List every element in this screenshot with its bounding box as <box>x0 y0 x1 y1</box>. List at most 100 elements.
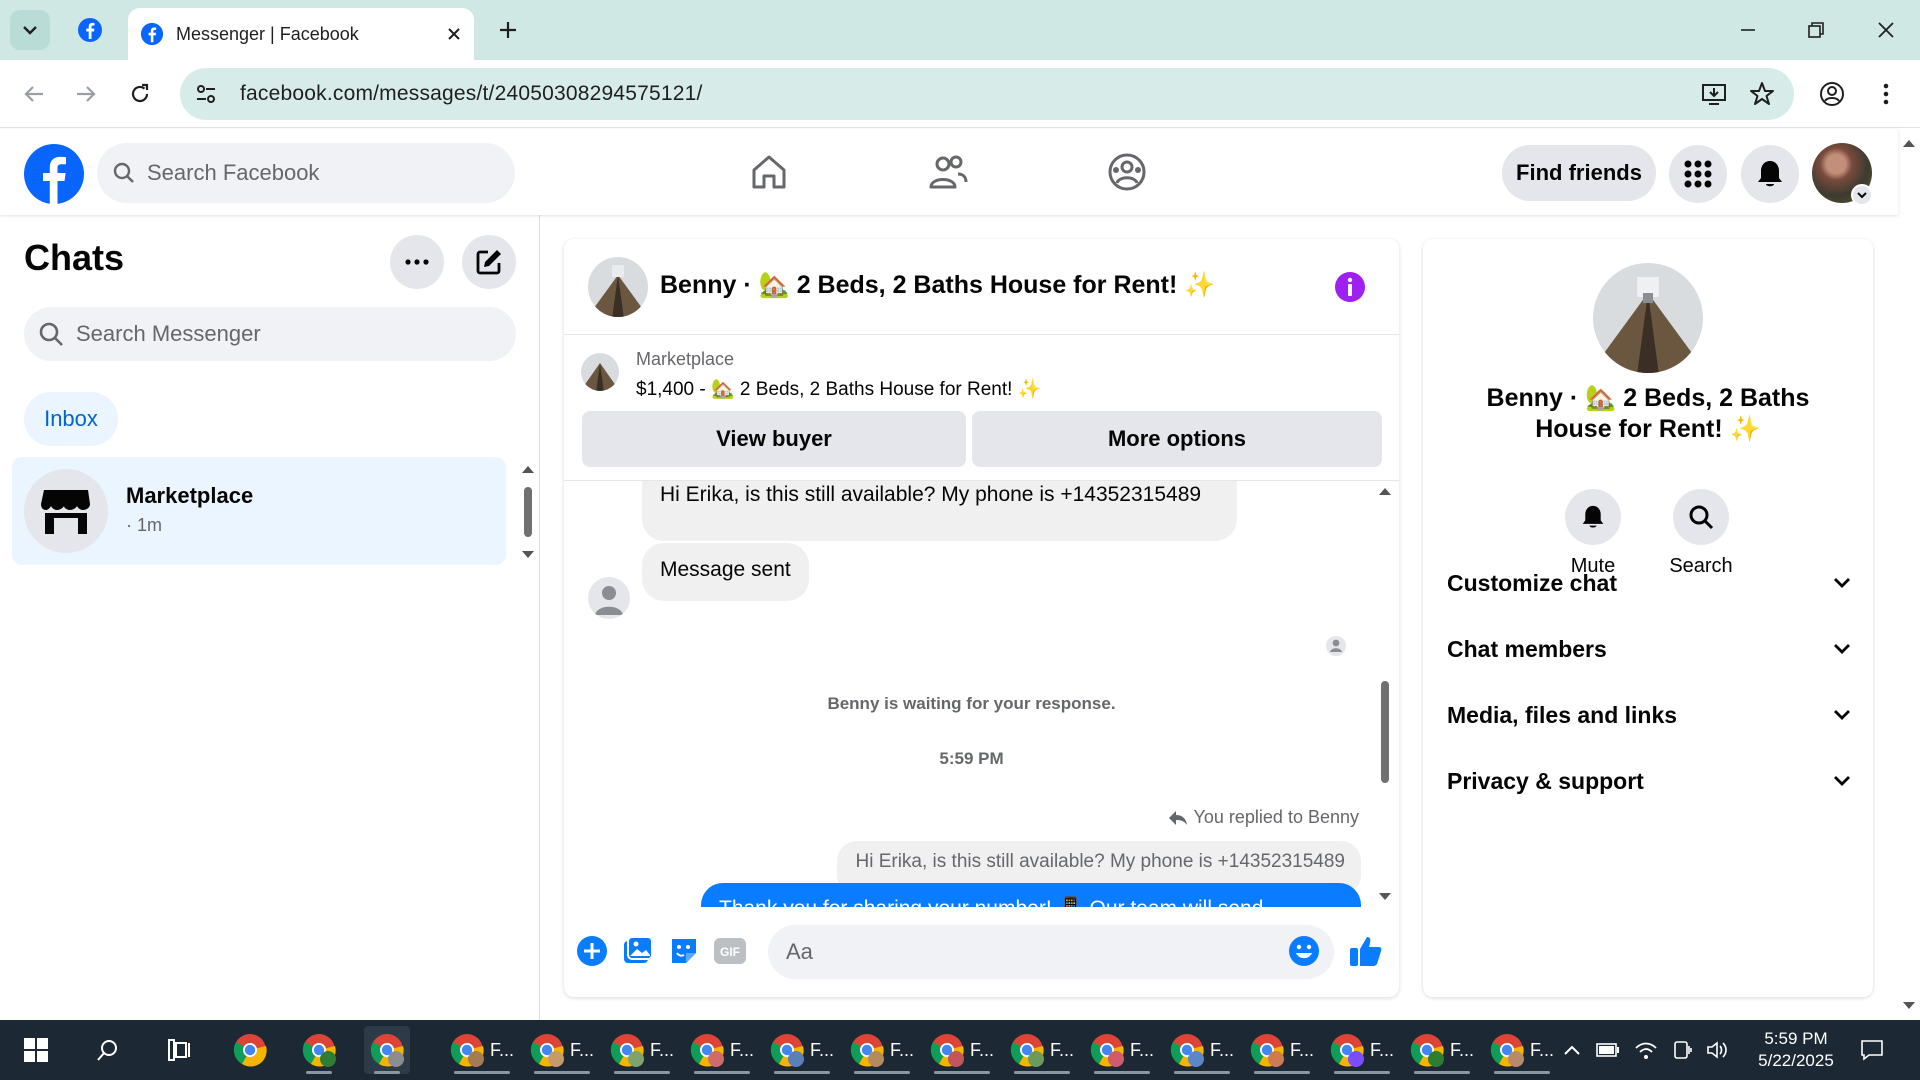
conversation-panel: Benny · 🏡 2 Beds, 2 Baths House for Rent… <box>564 239 1399 997</box>
chevron-down-icon <box>1857 192 1867 199</box>
messenger-search-input[interactable]: Search Messenger <box>24 307 516 361</box>
info-icon[interactable] <box>1334 271 1366 303</box>
site-settings-icon[interactable] <box>194 82 218 106</box>
contact-avatar[interactable] <box>588 257 648 317</box>
view-buyer-button[interactable]: View buyer <box>582 411 966 467</box>
address-bar[interactable]: facebook.com/messages/t/2405030829457512… <box>180 68 1794 120</box>
taskbar-app[interactable]: F... <box>1484 1026 1560 1074</box>
restore-button[interactable] <box>1792 10 1840 50</box>
message-scrollbar[interactable] <box>1376 481 1394 907</box>
close-window-button[interactable] <box>1862 10 1910 50</box>
chrome-taskbar-icon[interactable] <box>228 1030 272 1070</box>
reload-button[interactable] <box>120 74 160 114</box>
outgoing-message[interactable]: Thank you for sharing your number! 📱 Our… <box>701 883 1361 907</box>
taskbar-app-label: F... <box>970 1039 995 1060</box>
install-app-icon[interactable] <box>1698 78 1730 110</box>
facebook-logo-icon <box>24 144 84 204</box>
friends-icon <box>929 155 968 189</box>
new-message-button[interactable] <box>462 235 516 289</box>
nav-friends[interactable] <box>920 147 976 197</box>
url-text: facebook.com/messages/t/2405030829457512… <box>240 82 703 105</box>
contact-avatar-large[interactable] <box>1593 263 1703 373</box>
chat-members-section[interactable]: Chat members <box>1447 621 1851 677</box>
plus-icon <box>500 22 516 38</box>
conversation-title[interactable]: Benny · 🏡 2 Beds, 2 Baths House for Rent… <box>660 271 1215 300</box>
network-indicator[interactable] <box>1626 1030 1666 1070</box>
incoming-message[interactable]: Hi Erika, is this still available? My ph… <box>642 481 1237 541</box>
chevron-down-icon <box>23 26 37 35</box>
battery-indicator[interactable] <box>1588 1030 1628 1070</box>
browser-menu-button[interactable] <box>1866 74 1906 114</box>
listing-summary[interactable]: $1,400 - 🏡 2 Beds, 2 Baths House for Ren… <box>636 377 1041 401</box>
taskbar-search-button[interactable] <box>86 1030 130 1070</box>
system-clock[interactable]: 5:59 PM 5/22/2025 <box>1736 1028 1856 1072</box>
taskbar-app[interactable]: F... <box>1404 1026 1480 1074</box>
chevron-down-icon <box>1834 776 1850 786</box>
taskbar-app[interactable]: F... <box>444 1026 520 1074</box>
nav-home[interactable] <box>741 147 797 197</box>
chats-heading: Chats <box>24 237 125 278</box>
account-menu-button[interactable] <box>1851 184 1873 206</box>
forward-button[interactable] <box>66 74 106 114</box>
find-friends-button[interactable]: Find friends <box>1502 145 1656 201</box>
like-button[interactable] <box>1348 933 1384 969</box>
incoming-message[interactable]: Message sent <box>642 543 809 601</box>
page-scrollbar[interactable] <box>1898 129 1920 1020</box>
image-icon <box>624 936 653 963</box>
section-label: Privacy & support <box>1447 767 1644 794</box>
sticker-button[interactable] <box>666 933 702 969</box>
more-options-button[interactable]: More options <box>972 411 1382 467</box>
taskbar-app-active[interactable] <box>364 1026 410 1074</box>
back-button[interactable] <box>14 74 54 114</box>
taskbar-app[interactable]: F... <box>1244 1026 1320 1074</box>
taskbar-app[interactable]: F... <box>684 1026 760 1074</box>
attach-photo-button[interactable] <box>620 933 656 969</box>
taskbar-app[interactable]: F... <box>764 1026 840 1074</box>
sender-avatar[interactable] <box>588 577 630 619</box>
tab-search-button[interactable] <box>10 10 50 50</box>
pinned-facebook-tab[interactable] <box>70 12 110 48</box>
notifications-button[interactable] <box>1741 145 1799 203</box>
chat-options-button[interactable] <box>390 235 444 289</box>
nav-groups[interactable] <box>1099 147 1155 197</box>
search-icon <box>39 322 63 346</box>
start-button[interactable] <box>14 1030 58 1070</box>
close-icon[interactable] <box>446 26 462 42</box>
inbox-filter-tab[interactable]: Inbox <box>24 392 118 446</box>
taskbar-app[interactable]: F... <box>1164 1026 1240 1074</box>
media-files-section[interactable]: Media, files and links <box>1447 687 1851 743</box>
facebook-search-input[interactable]: Search Facebook <box>97 143 515 203</box>
taskbar-app[interactable]: F... <box>1084 1026 1160 1074</box>
gif-button[interactable]: GIF <box>712 933 748 969</box>
notification-center-button[interactable] <box>1850 1030 1894 1070</box>
taskbar-app[interactable]: F... <box>844 1026 920 1074</box>
minimize-icon <box>1741 29 1755 31</box>
profile-button[interactable] <box>1812 74 1852 114</box>
taskbar-app[interactable]: F... <box>924 1026 1000 1074</box>
privacy-support-section[interactable]: Privacy & support <box>1447 753 1851 809</box>
new-tab-button[interactable] <box>490 12 526 48</box>
seen-avatar-icon <box>1326 636 1346 656</box>
taskbar-app[interactable] <box>296 1026 342 1074</box>
task-view-button[interactable] <box>158 1030 202 1070</box>
more-actions-button[interactable] <box>574 933 610 969</box>
thumbs-up-icon <box>1350 937 1382 966</box>
volume-indicator[interactable] <box>1698 1030 1738 1070</box>
show-hidden-icons[interactable] <box>1552 1030 1592 1070</box>
customize-chat-section[interactable]: Customize chat <box>1447 555 1851 611</box>
emoji-button[interactable] <box>1286 933 1322 969</box>
taskbar-app[interactable]: F... <box>1324 1026 1400 1074</box>
taskbar-app[interactable]: F... <box>604 1026 680 1074</box>
store-icon <box>24 469 108 553</box>
tab-messenger[interactable]: Messenger | Facebook <box>128 8 474 60</box>
device-indicator[interactable] <box>1662 1030 1702 1070</box>
taskbar-app[interactable]: F... <box>1004 1026 1080 1074</box>
chat-list-item[interactable]: Marketplace · 1m <box>12 457 506 565</box>
bookmark-star-icon[interactable] <box>1746 78 1778 110</box>
taskbar-app[interactable]: F... <box>524 1026 600 1074</box>
menu-button[interactable] <box>1669 145 1727 203</box>
minimize-button[interactable] <box>1724 10 1772 50</box>
chat-list-scrollbar[interactable] <box>520 463 536 563</box>
message-input[interactable]: Aa <box>768 925 1334 979</box>
facebook-logo[interactable] <box>24 144 84 204</box>
